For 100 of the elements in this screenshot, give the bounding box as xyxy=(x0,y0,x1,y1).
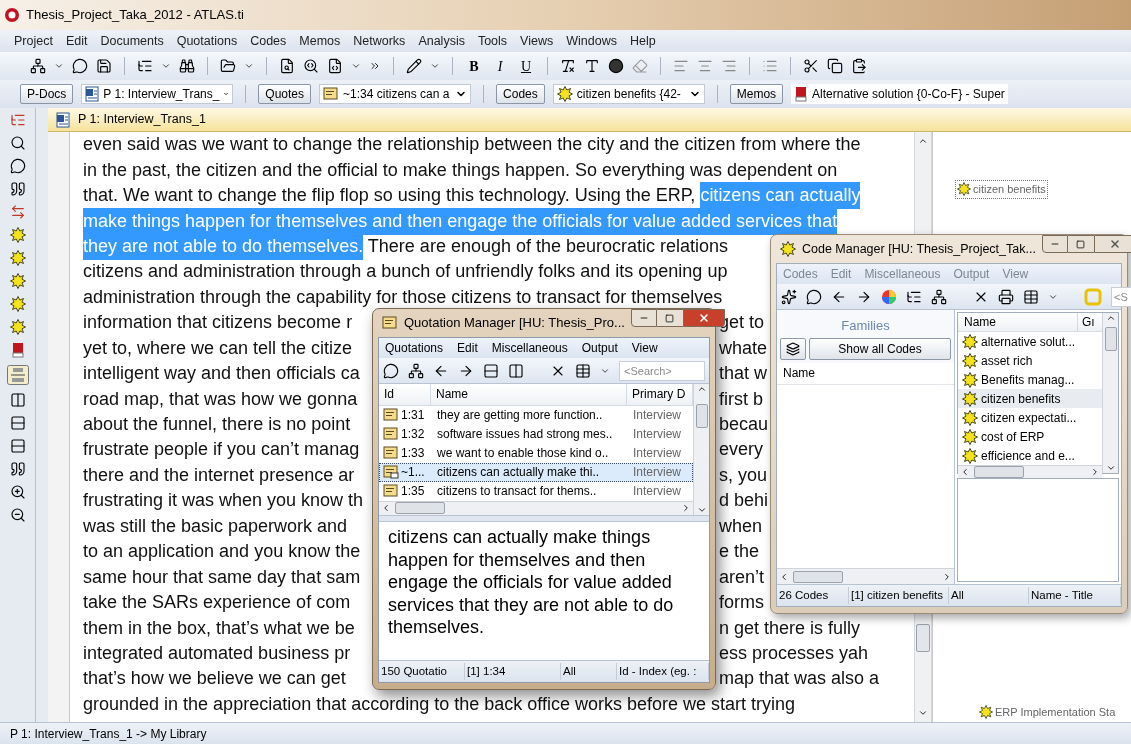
horizontal-scrollbar[interactable] xyxy=(777,568,954,584)
maximize-button[interactable] xyxy=(656,309,683,327)
panel-button[interactable]: Codes xyxy=(496,84,545,104)
minimize-button[interactable] xyxy=(1041,235,1068,253)
selector-dropdown[interactable]: ~1:34 citizens can a xyxy=(319,84,472,104)
scroll-thumb[interactable] xyxy=(916,624,930,652)
vertical-scrollbar[interactable] xyxy=(693,384,709,515)
scroll-right-icon[interactable] xyxy=(681,503,691,514)
search-field[interactable]: <S xyxy=(1111,286,1131,307)
clear-format-icon[interactable] xyxy=(560,58,576,74)
scroll-thumb[interactable] xyxy=(974,466,1024,478)
horizontal-scrollbar[interactable] xyxy=(958,465,1102,478)
pen-icon[interactable] xyxy=(406,58,422,74)
scroll-right-icon[interactable] xyxy=(1090,467,1100,477)
new-item-icon[interactable] xyxy=(781,288,797,305)
format-button[interactable]: U xyxy=(517,55,535,77)
align-left-icon[interactable] xyxy=(673,58,689,74)
menu-item[interactable]: Analysis xyxy=(418,31,465,51)
copy-icon[interactable] xyxy=(827,58,843,74)
horizontal-scrollbar[interactable] xyxy=(379,500,693,515)
table-icon[interactable] xyxy=(1023,288,1039,305)
close-button[interactable] xyxy=(1093,235,1131,253)
format-button[interactable]: I xyxy=(491,55,509,77)
column-header[interactable]: Id xyxy=(379,384,431,405)
quote-icon[interactable] xyxy=(9,461,26,477)
list-row[interactable]: citizen expectati... xyxy=(958,408,1102,427)
selector-dropdown[interactable]: citizen benefits {42- xyxy=(552,84,705,104)
minimize-button[interactable] xyxy=(630,309,657,327)
menu-item[interactable]: Networks xyxy=(353,31,406,51)
scroll-up-icon[interactable] xyxy=(1105,313,1116,323)
menu-item[interactable]: Miscellaneous xyxy=(491,339,568,357)
list-row[interactable]: cost of ERP xyxy=(958,427,1102,446)
scissors-icon[interactable] xyxy=(803,58,819,74)
maximize-button[interactable] xyxy=(1067,235,1094,253)
search-document-icon[interactable] xyxy=(279,58,295,74)
menu-item[interactable]: Help xyxy=(629,31,656,51)
comment-icon[interactable] xyxy=(9,158,26,174)
menu-item[interactable]: Codes xyxy=(250,31,287,51)
menu-item[interactable]: View xyxy=(631,339,658,357)
menu-item[interactable]: Memos xyxy=(299,31,341,51)
table-icon[interactable] xyxy=(575,362,591,379)
scroll-left-icon[interactable] xyxy=(960,467,970,477)
menu-item[interactable]: Views xyxy=(520,31,554,51)
text-icon[interactable] xyxy=(584,58,600,74)
list-row[interactable]: 1:33 we want to enable those kind o.. Interview xyxy=(379,443,693,463)
menu-item[interactable]: Quotations xyxy=(385,339,444,357)
align-center-icon[interactable] xyxy=(697,58,713,74)
scroll-left-icon[interactable] xyxy=(381,503,391,514)
scroll-up-icon[interactable] xyxy=(696,384,707,394)
xml-icon[interactable] xyxy=(327,58,343,74)
scroll-thumb[interactable] xyxy=(1104,327,1117,351)
zoom-out-icon[interactable] xyxy=(9,507,26,523)
search-icon[interactable] xyxy=(9,135,26,151)
panel-button[interactable]: P-Docs xyxy=(20,84,74,104)
list-icon[interactable] xyxy=(762,58,778,74)
scroll-down-icon[interactable] xyxy=(918,708,928,718)
panel-button[interactable]: Quotes xyxy=(258,84,312,104)
column-header[interactable]: Gı xyxy=(1078,313,1102,331)
list-row[interactable]: ~1... citizens can actually make thi.. Interview xyxy=(379,462,693,482)
scroll-thumb[interactable] xyxy=(793,570,843,583)
menu-item[interactable]: Tools xyxy=(477,31,508,51)
list-row[interactable]: 1:31 they are getting more function.. Interview xyxy=(379,405,693,425)
comment-icon[interactable] xyxy=(383,362,399,379)
menu-item[interactable]: Edit xyxy=(457,339,478,357)
vertical-scrollbar[interactable] xyxy=(1102,313,1118,473)
panel-icon[interactable] xyxy=(508,362,524,379)
binoculars-icon[interactable] xyxy=(179,58,195,74)
list-row[interactable]: 1:32 software issues had strong mes.. Interview xyxy=(379,424,693,444)
scroll-down-icon[interactable] xyxy=(696,505,707,515)
list-row[interactable]: efficience and e... xyxy=(958,446,1102,465)
menu-item[interactable]: Edit xyxy=(65,31,88,51)
scroll-right-icon[interactable] xyxy=(942,571,952,582)
scroll-down-icon[interactable] xyxy=(1105,463,1116,473)
scroll-thumb[interactable] xyxy=(695,404,708,428)
margin-code-tag[interactable]: citizen benefits xyxy=(955,180,1048,199)
menu-item[interactable]: Project xyxy=(14,31,53,51)
panel-icon[interactable] xyxy=(9,415,26,431)
search-field[interactable]: <Search> xyxy=(619,360,705,381)
column-header[interactable]: Name xyxy=(777,362,954,385)
comment-icon[interactable] xyxy=(72,58,88,74)
quote-icon[interactable] xyxy=(9,181,26,197)
menu-item[interactable]: Windows xyxy=(566,31,617,51)
scroll-thumb[interactable] xyxy=(395,502,445,515)
quote-swap-icon[interactable] xyxy=(9,204,26,220)
menu-item[interactable]: Quotations xyxy=(176,31,238,51)
save-icon[interactable] xyxy=(96,58,112,74)
chevrons-icon[interactable] xyxy=(369,60,381,72)
column-header[interactable]: Name xyxy=(431,384,627,405)
sphere-icon[interactable] xyxy=(608,58,624,74)
menu-item[interactable]: Documents xyxy=(100,31,164,51)
panel-icon[interactable] xyxy=(483,362,499,379)
selector-dropdown[interactable]: Alternative solution {0-Co-F} - Super xyxy=(791,84,1008,104)
scroll-up-icon[interactable] xyxy=(918,136,928,146)
comment-icon[interactable] xyxy=(806,288,822,305)
list-row[interactable]: alternative solut... xyxy=(958,332,1102,351)
zoom-in-icon[interactable] xyxy=(9,484,26,500)
scroll-left-icon[interactable] xyxy=(779,571,789,582)
panel-button[interactable]: Memos xyxy=(729,84,784,104)
list-row[interactable]: asset rich xyxy=(958,351,1102,370)
family-button[interactable] xyxy=(780,337,806,360)
